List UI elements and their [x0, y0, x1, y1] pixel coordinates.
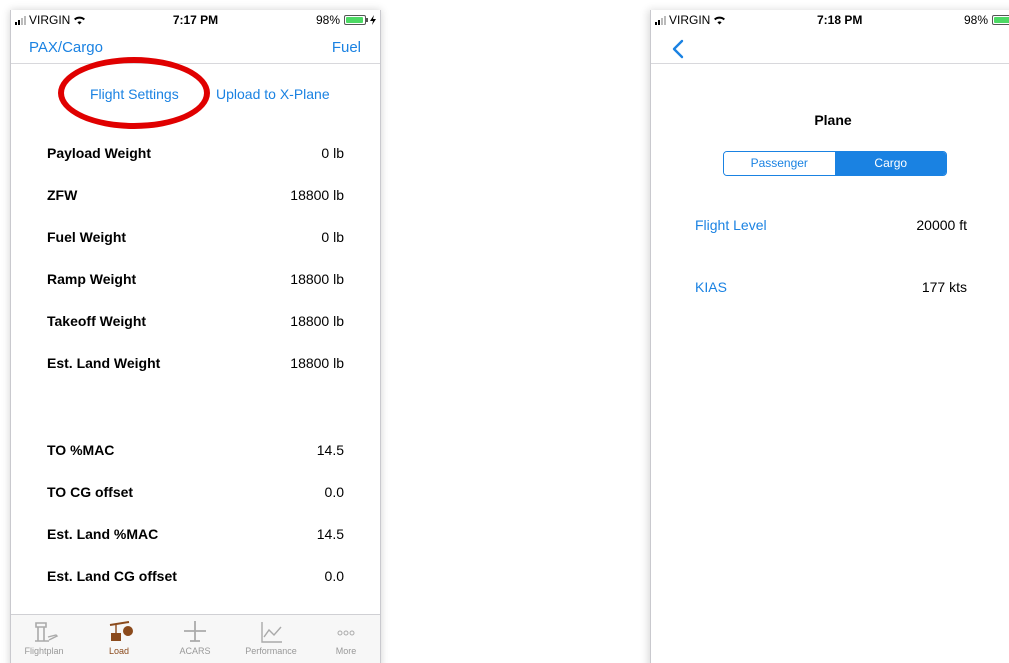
battery-icon: [992, 15, 1009, 25]
tab-acars[interactable]: ACARS: [165, 619, 225, 656]
tab-label: Flightplan: [24, 646, 64, 656]
row-value: 18800 lb: [290, 313, 344, 329]
airplane-icon: [184, 621, 206, 642]
screenshot-canvas: VIRGIN 7:17 PM 98% PAX/Cargo Fuel Flight…: [0, 0, 1009, 663]
back-chevron-icon[interactable]: [671, 38, 685, 60]
weight-row-payload: Payload Weight 0 lb: [47, 145, 344, 165]
load-screen: VIRGIN 7:17 PM 98% PAX/Cargo Fuel Flight…: [10, 10, 381, 663]
cg-row-land-offset: Est. Land CG offset 0.0: [47, 568, 344, 588]
battery-icon: [344, 15, 368, 25]
row-value: 0.0: [324, 568, 344, 584]
tab-more[interactable]: More: [316, 619, 376, 656]
battery-percent: 98%: [964, 13, 989, 27]
pax-cargo-button[interactable]: PAX/Cargo: [29, 39, 103, 56]
tab-label: Performance: [245, 646, 297, 656]
row-label: TO %MAC: [47, 442, 115, 458]
plane-type-segmented-control: Passenger Cargo: [723, 151, 947, 176]
row-value: 14.5: [316, 442, 344, 458]
plane-settings-screen: VIRGIN 7:18 PM 98% Plane Passenger Cargo…: [650, 10, 1009, 663]
weight-row-ramp: Ramp Weight 18800 lb: [47, 271, 344, 291]
tab-flightplan[interactable]: Flightplan: [14, 619, 74, 656]
fuel-button[interactable]: Fuel: [332, 39, 361, 56]
plane-section-title: Plane: [814, 112, 852, 128]
row-value: 14.5: [316, 526, 344, 542]
tab-load[interactable]: Load: [89, 619, 149, 656]
flight-level-label[interactable]: Flight Level: [695, 217, 767, 233]
cg-row-land-mac: Est. Land %MAC 14.5: [47, 526, 344, 546]
tab-label: ACARS: [179, 646, 211, 656]
navigation-bar: PAX/Cargo Fuel: [11, 30, 380, 64]
row-label: TO CG offset: [47, 484, 134, 500]
kias-row[interactable]: KIAS 177 kts: [695, 279, 967, 295]
tab-performance[interactable]: Performance: [241, 619, 301, 656]
row-label: Ramp Weight: [47, 271, 137, 287]
row-label: Takeoff Weight: [47, 313, 147, 329]
flight-level-value: 20000 ft: [916, 217, 967, 233]
passenger-segment[interactable]: Passenger: [724, 152, 836, 175]
row-label: Payload Weight: [47, 145, 151, 161]
cargo-load-icon: [109, 621, 133, 641]
row-label: Est. Land %MAC: [47, 526, 159, 542]
tab-bar: Flightplan Load ACARS Performance More: [11, 614, 380, 663]
status-time: 7:18 PM: [817, 13, 863, 27]
flight-level-row[interactable]: Flight Level 20000 ft: [695, 217, 967, 233]
charging-bolt-icon: [370, 15, 376, 25]
row-label: Est. Land CG offset: [47, 568, 177, 584]
tab-label: More: [335, 646, 357, 656]
row-label: ZFW: [47, 187, 78, 203]
status-bar: VIRGIN 7:18 PM 98%: [651, 10, 1009, 30]
battery-status: 98%: [964, 13, 1009, 27]
more-dots-icon: [337, 630, 355, 636]
kias-label[interactable]: KIAS: [695, 279, 727, 295]
control-tower-icon: [35, 622, 59, 642]
tab-label: Load: [108, 646, 130, 656]
status-bar: VIRGIN 7:17 PM 98%: [11, 10, 380, 30]
navigation-bar: [651, 30, 1009, 64]
row-value: 0 lb: [321, 145, 344, 161]
performance-chart-icon: [261, 622, 282, 643]
cargo-segment[interactable]: Cargo: [835, 152, 946, 175]
kias-value: 177 kts: [921, 279, 967, 295]
weight-row-zfw: ZFW 18800 lb: [47, 187, 344, 207]
row-label: Fuel Weight: [47, 229, 127, 245]
weight-row-takeoff: Takeoff Weight 18800 lb: [47, 313, 344, 333]
battery-percent: 98%: [315, 13, 340, 27]
row-value: 0.0: [324, 484, 344, 500]
flight-settings-button[interactable]: Flight Settings: [90, 86, 179, 102]
cg-row-to-offset: TO CG offset 0.0: [47, 484, 344, 504]
row-value: 18800 lb: [290, 271, 344, 287]
row-value: 0 lb: [321, 229, 344, 245]
row-label: Est. Land Weight: [47, 355, 161, 371]
weight-row-fuel: Fuel Weight 0 lb: [47, 229, 344, 249]
weight-row-est-land: Est. Land Weight 18800 lb: [47, 355, 344, 375]
cg-row-to-mac: TO %MAC 14.5: [47, 442, 344, 462]
row-value: 18800 lb: [290, 187, 344, 203]
row-value: 18800 lb: [290, 355, 344, 371]
upload-to-xplane-button[interactable]: Upload to X-Plane: [216, 86, 330, 102]
battery-status: 98%: [316, 13, 376, 27]
